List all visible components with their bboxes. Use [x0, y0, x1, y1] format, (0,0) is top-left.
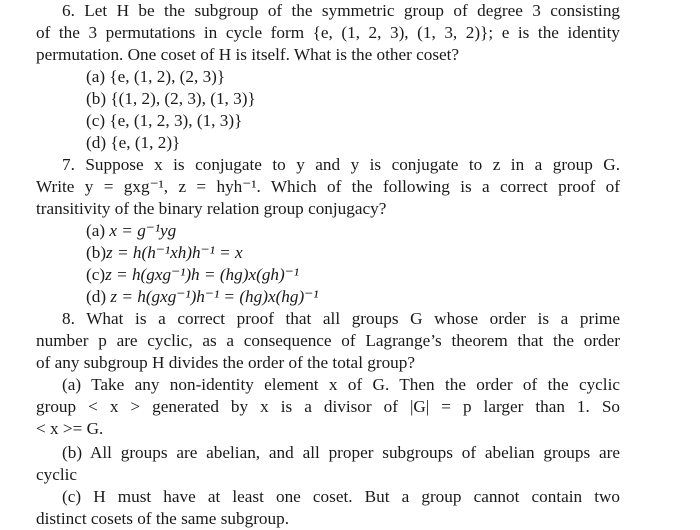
option-text: All groups are abelian, and all proper s…	[89, 443, 620, 462]
option-text: Take any non-identity element x of G. Th…	[91, 375, 620, 394]
question-number: 8.	[62, 309, 75, 328]
option-text: z = h(gxg⁻¹)h = (hg)x(gh)⁻¹	[105, 265, 299, 284]
option-label: (b)	[86, 89, 107, 108]
question-6-stem-line-3: permutation. One coset of H is itself. W…	[36, 45, 460, 64]
question-7-option-c: (c)z = h(gxg⁻¹)h = (hg)x(gh)⁻¹	[86, 264, 299, 286]
option-label: (c)	[86, 111, 106, 130]
option-label: (a)	[62, 375, 82, 394]
option-label: (b)	[86, 243, 107, 262]
option-a-line-2: group < x > generated by x is a divisor …	[36, 397, 620, 416]
option-label: (d)	[86, 133, 107, 152]
option-c-line-2: distinct cosets of the same subgroup.	[36, 509, 289, 528]
question-number: 7.	[62, 155, 75, 174]
stem-text: Suppose x is conjugate to y and y is con…	[85, 155, 621, 174]
question-7-stem-line-1: 7. Suppose x is conjugate to y and y is …	[62, 154, 620, 176]
question-7-stem-line-3: transitivity of the binary relation grou…	[36, 199, 387, 218]
question-7-stem-line-2: Write y = gxg⁻¹, z = hyh⁻¹. Which of the…	[36, 177, 620, 196]
question-7-option-a: (a) x = g⁻¹yg	[86, 220, 176, 242]
question-number: 6.	[62, 1, 75, 20]
option-b-line-1: (b) All groups are abelian, and all prop…	[62, 442, 620, 464]
option-label: (c)	[62, 487, 82, 506]
option-label: (c)	[86, 265, 106, 284]
option-a-line-3: < x >= G.	[36, 419, 104, 438]
option-text: x = g⁻¹yg	[109, 221, 177, 240]
question-8-stem-line-2: number p are cyclic, as a consequence of…	[36, 331, 620, 350]
option-text: {e, (1, 2, 3), (1, 3)}	[109, 111, 243, 130]
question-7-option-b: (b)z = h(h⁻¹xh)h⁻¹ = x	[86, 242, 243, 264]
question-6-option-c: (c) {e, (1, 2, 3), (1, 3)}	[86, 110, 242, 132]
option-label: (d)	[86, 287, 107, 306]
option-a-line-1: (a) Take any non-identity element x of G…	[62, 374, 620, 396]
option-b-line-2: cyclic	[36, 465, 78, 484]
stem-text: Let H be the subgroup of the symmetric g…	[84, 1, 621, 20]
question-6-option-a: (a) {e, (1, 2), (2, 3)}	[86, 66, 225, 88]
option-text: z = h(gxg⁻¹)h⁻¹ = (hg)x(hg)⁻¹	[110, 287, 319, 306]
option-label: (a)	[86, 221, 106, 240]
option-c-line-1: (c) H must have at least one coset. But …	[62, 486, 620, 508]
option-label: (b)	[62, 443, 83, 462]
question-6-option-b: (b) {(1, 2), (2, 3), (1, 3)}	[86, 88, 256, 110]
option-label: (a)	[86, 67, 106, 86]
option-text: {(1, 2), (2, 3), (1, 3)}	[110, 89, 256, 108]
stem-text: What is a correct proof that all groups …	[86, 309, 620, 328]
document-page: 6. Let H be the subgroup of the symmetri…	[0, 0, 700, 530]
question-6-stem-line-1: 6. Let H be the subgroup of the symmetri…	[62, 0, 620, 22]
question-7-option-d: (d) z = h(gxg⁻¹)h⁻¹ = (hg)x(hg)⁻¹	[86, 286, 318, 308]
question-6-option-d: (d) {e, (1, 2)}	[86, 132, 180, 154]
question-6-stem-line-2: of the 3 permutations in cycle form {e, …	[36, 23, 620, 42]
option-text: z = h(h⁻¹xh)h⁻¹ = x	[106, 243, 243, 262]
option-text: {e, (1, 2)}	[110, 133, 181, 152]
question-8-stem-line-1: 8. What is a correct proof that all grou…	[62, 308, 620, 330]
option-text: {e, (1, 2), (2, 3)}	[109, 67, 226, 86]
question-8-stem-line-3: of any subgroup H divides the order of t…	[36, 353, 415, 372]
option-text: H must have at least one coset. But a gr…	[93, 487, 621, 506]
